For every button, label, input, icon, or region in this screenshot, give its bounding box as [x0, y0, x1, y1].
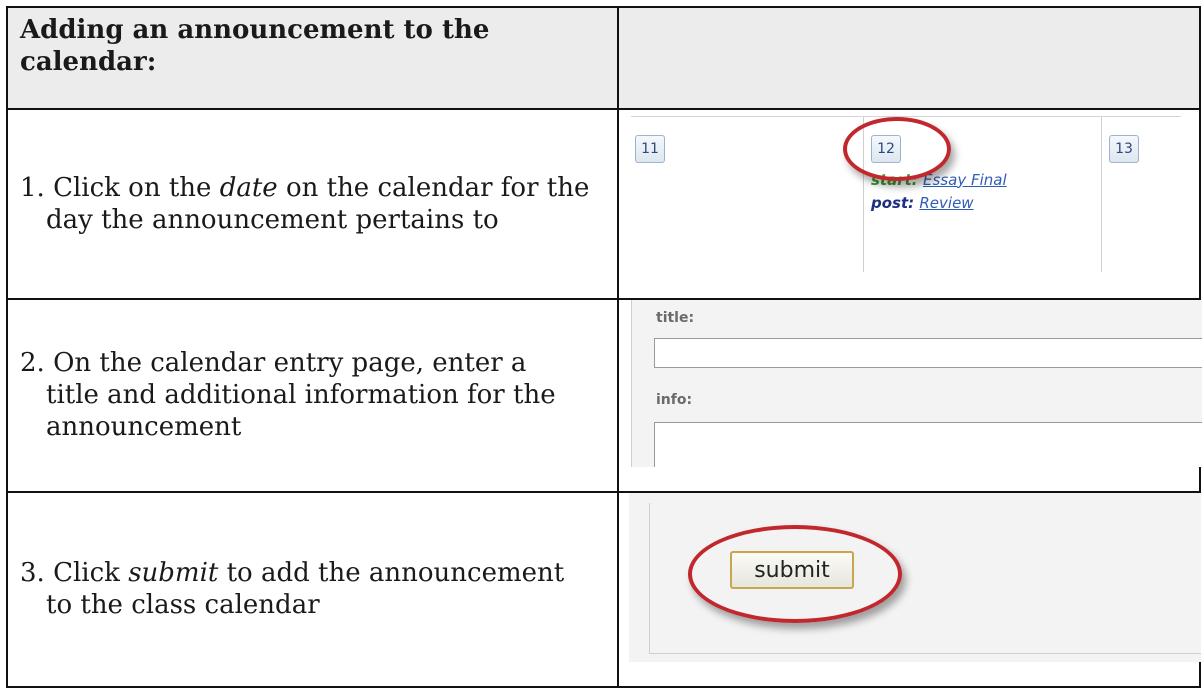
- step-3-line-1: 3. Click submit to add the announcement: [20, 557, 605, 589]
- review-link[interactable]: Review: [919, 194, 973, 212]
- step-1-text: 1. Click on the date on the calendar for…: [6, 107, 619, 301]
- step-2-number: 2.: [20, 348, 45, 379]
- step-row-2: 2. On the calendar entry page, enter a t…: [6, 298, 1202, 493]
- step-1-line-2: day the announcement pertains to: [46, 204, 499, 235]
- header-row: Adding an announcement to the calendar:: [6, 6, 1201, 110]
- step-2-line-3: announcement: [46, 412, 242, 443]
- step-1-text-after: on the calendar for the: [277, 172, 590, 203]
- step-3-emphasis: submit: [128, 558, 219, 589]
- calendar-day-13[interactable]: 13: [1109, 134, 1139, 163]
- step-3-text-before: Click: [53, 558, 129, 589]
- start-label: start:: [871, 170, 918, 189]
- post-label: post:: [871, 193, 915, 212]
- calendar-day-12[interactable]: 12: [871, 134, 901, 163]
- step-2-line-1: 2. On the calendar entry page, enter a: [20, 347, 605, 379]
- header-title: Adding an announcement to the calendar:: [6, 6, 619, 110]
- step-row-1: 1. Click on the date on the calendar for…: [6, 107, 1201, 301]
- submit-panel: submit: [649, 502, 1201, 654]
- step-1-line-1: 1. Click on the date on the calendar for…: [20, 172, 605, 204]
- calendar-day-11[interactable]: 11: [635, 134, 665, 163]
- header-empty-cell: [617, 6, 1201, 110]
- essay-final-link[interactable]: Essay Final: [923, 171, 1007, 189]
- info-field[interactable]: [654, 422, 1202, 468]
- step-3-screenshot: submit: [617, 490, 1201, 689]
- step-2-line-2: title and additional information for the: [46, 380, 556, 411]
- info-label: info:: [656, 392, 693, 409]
- submit-button[interactable]: submit: [730, 550, 854, 589]
- title-field[interactable]: [654, 338, 1202, 369]
- step-3-text-after: to add the announcement: [218, 558, 565, 589]
- step-2-text: 2. On the calendar entry page, enter a t…: [6, 298, 619, 493]
- calendar-entry-form: title: info:: [631, 300, 1202, 468]
- step-2-line-1-text: On the calendar entry page, enter a: [53, 348, 527, 379]
- step-1-screenshot: 11 12 13 start: Essay Final post: Review: [617, 107, 1201, 301]
- submit-area: submit: [629, 492, 1201, 662]
- calendar-divider: [1101, 116, 1102, 272]
- step-3-number: 3.: [20, 558, 45, 589]
- step-1-emphasis: date: [219, 172, 278, 203]
- instructions-table: Adding an announcement to the calendar: …: [6, 6, 1202, 689]
- step-1-number: 1.: [20, 172, 45, 203]
- calendar-divider: [863, 116, 864, 272]
- calendar-entry-start: start: Essay Final: [871, 171, 1007, 189]
- calendar-entry-post: post: Review: [871, 194, 974, 212]
- title-label: title:: [656, 310, 695, 327]
- step-3-line-2: to the class calendar: [46, 590, 320, 621]
- step-row-3: 3. Click submit to add the announcement …: [6, 490, 1201, 689]
- calendar-week-strip: 11 12 13 start: Essay Final post: Review: [631, 115, 1181, 272]
- step-2-screenshot: title: info:: [617, 298, 1202, 493]
- step-3-text: 3. Click submit to add the announcement …: [6, 490, 619, 689]
- step-1-text-before: Click on the: [53, 172, 220, 203]
